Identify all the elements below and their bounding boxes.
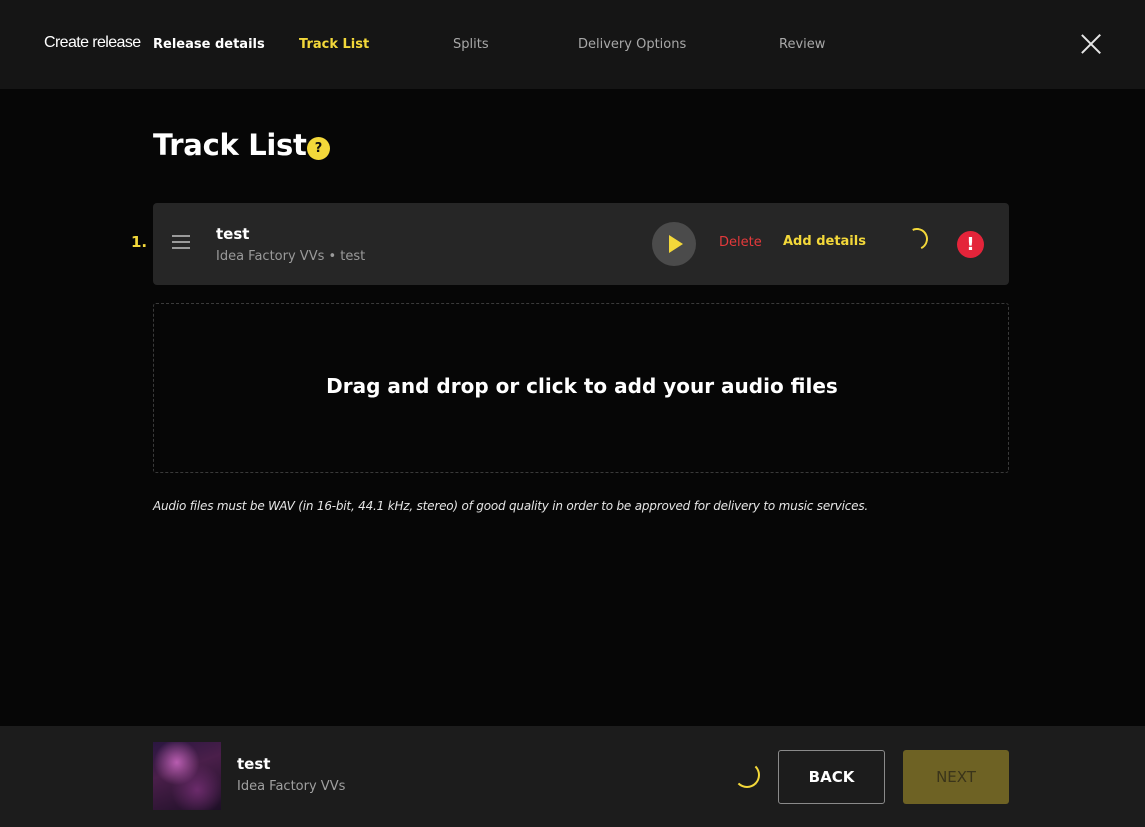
step-delivery-options[interactable]: Delivery Options <box>578 37 686 52</box>
audio-requirements-note: Audio files must be WAV (in 16-bit, 44.1… <box>153 499 869 513</box>
drag-handle-icon[interactable] <box>172 235 190 249</box>
dropzone-text: Drag and drop or click to add your audio… <box>326 374 838 398</box>
step-review[interactable]: Review <box>779 37 825 52</box>
next-button[interactable]: NEXT <box>903 750 1009 804</box>
play-button[interactable] <box>652 222 696 266</box>
track-index: 1. <box>131 233 148 251</box>
step-release-details[interactable]: Release details <box>153 37 265 52</box>
audio-dropzone[interactable]: Drag and drop or click to add your audio… <box>153 303 1009 473</box>
step-splits[interactable]: Splits <box>453 37 489 52</box>
track-row: test Idea Factory VVs • test Delete Add … <box>153 203 1009 285</box>
release-cover-art <box>153 742 221 810</box>
page-title: Track List <box>153 128 307 162</box>
track-subtitle: Idea Factory VVs • test <box>216 249 366 264</box>
track-title: test <box>216 225 250 243</box>
close-icon[interactable] <box>1078 31 1104 57</box>
bottom-bar: test Idea Factory VVs BACK NEXT <box>0 726 1145 827</box>
loading-spinner-icon <box>902 224 932 254</box>
error-icon[interactable]: ! <box>957 231 984 258</box>
help-icon[interactable]: ? <box>307 137 330 160</box>
release-title: test <box>237 755 271 773</box>
add-details-button[interactable]: Add details <box>783 234 866 249</box>
release-artist: Idea Factory VVs <box>237 779 346 794</box>
top-nav-bar: Create release Release details Track Lis… <box>0 0 1145 89</box>
step-track-list[interactable]: Track List <box>299 37 369 52</box>
loading-spinner-icon <box>734 762 760 788</box>
create-release-label: Create release <box>44 34 141 51</box>
back-button[interactable]: BACK <box>778 750 885 804</box>
delete-track-button[interactable]: Delete <box>719 235 762 250</box>
